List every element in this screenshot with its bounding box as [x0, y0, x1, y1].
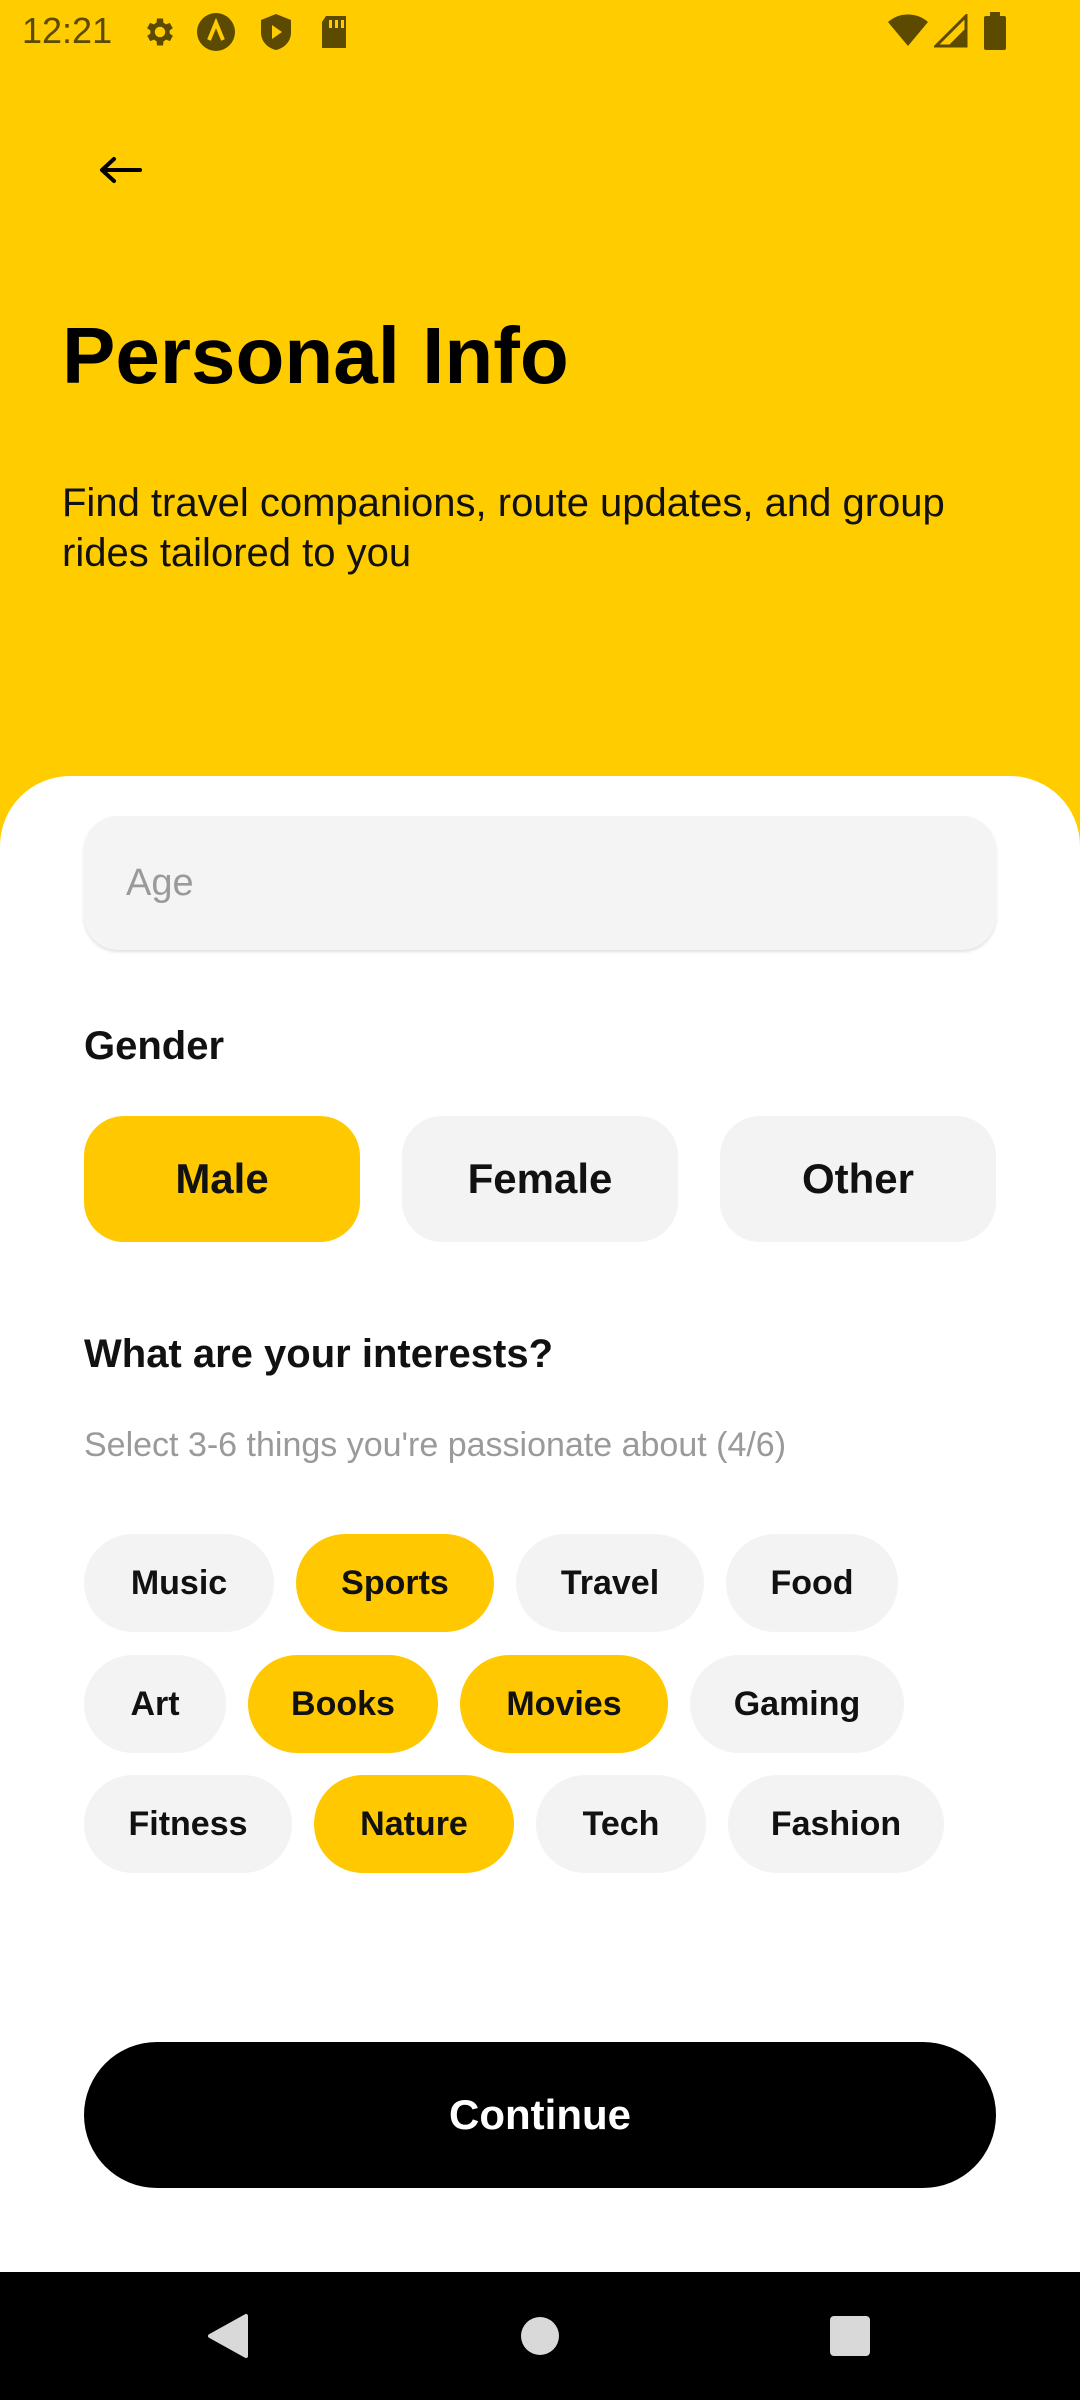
- interests-hint: Select 3-6 things you're passionate abou…: [84, 1426, 787, 1464]
- nav-back-button[interactable]: [200, 2308, 256, 2364]
- recents-square-icon: [830, 2316, 870, 2356]
- page-title: Personal Info: [62, 311, 569, 400]
- nav-home-button[interactable]: [512, 2308, 568, 2364]
- nav-recents-button[interactable]: [822, 2308, 878, 2364]
- interests-row-3: Fitness Nature Tech Fashion: [84, 1775, 944, 1873]
- interest-chip-travel[interactable]: Travel: [516, 1534, 704, 1632]
- status-bar: 12:21: [0, 0, 1080, 64]
- home-circle-icon: [521, 2317, 559, 2355]
- interest-chip-music[interactable]: Music: [84, 1534, 274, 1632]
- form-sheet: Gender Male Female Other What are your i…: [0, 776, 1080, 2272]
- page-subtitle: Find travel companions, route updates, a…: [62, 481, 945, 575]
- shield-play-icon: [258, 12, 294, 57]
- interests-row-1: Music Sports Travel Food: [84, 1534, 898, 1632]
- interest-chip-movies[interactable]: Movies: [460, 1655, 668, 1753]
- system-nav-bar: [0, 2272, 1080, 2400]
- personal-info-screen: 12:21 Personal Info Find travel companio…: [0, 0, 1080, 2400]
- interest-chip-nature[interactable]: Nature: [314, 1775, 514, 1873]
- gear-icon: [142, 14, 178, 55]
- interests-row-2: Art Books Movies Gaming: [84, 1655, 904, 1753]
- arrow-left-icon: [100, 157, 142, 183]
- back-triangle-icon: [208, 2314, 248, 2358]
- interest-chip-fashion[interactable]: Fashion: [728, 1775, 944, 1873]
- interest-chip-books[interactable]: Books: [248, 1655, 438, 1753]
- gender-female-button[interactable]: Female: [402, 1116, 678, 1242]
- interest-chip-food[interactable]: Food: [726, 1534, 898, 1632]
- wifi-icon: [888, 14, 928, 53]
- battery-icon: [984, 12, 1006, 55]
- interest-chip-fitness[interactable]: Fitness: [84, 1775, 292, 1873]
- back-button[interactable]: [80, 130, 160, 210]
- interests-label: What are your interests?: [84, 1332, 554, 1376]
- signal-icon: [932, 12, 968, 53]
- interest-chip-sports[interactable]: Sports: [296, 1534, 494, 1632]
- gender-label: Gender: [84, 1024, 225, 1068]
- a-badge-icon: [196, 12, 236, 57]
- gender-male-button[interactable]: Male: [84, 1116, 360, 1242]
- continue-button[interactable]: Continue: [84, 2042, 996, 2188]
- status-time: 12:21: [22, 10, 113, 51]
- interest-chip-tech[interactable]: Tech: [536, 1775, 706, 1873]
- gender-other-button[interactable]: Other: [720, 1116, 996, 1242]
- interest-chip-art[interactable]: Art: [84, 1655, 226, 1753]
- age-input[interactable]: [84, 816, 996, 950]
- interest-chip-gaming[interactable]: Gaming: [690, 1655, 904, 1753]
- sd-card-icon: [318, 14, 350, 55]
- gender-options: Male Female Other: [84, 1116, 996, 1242]
